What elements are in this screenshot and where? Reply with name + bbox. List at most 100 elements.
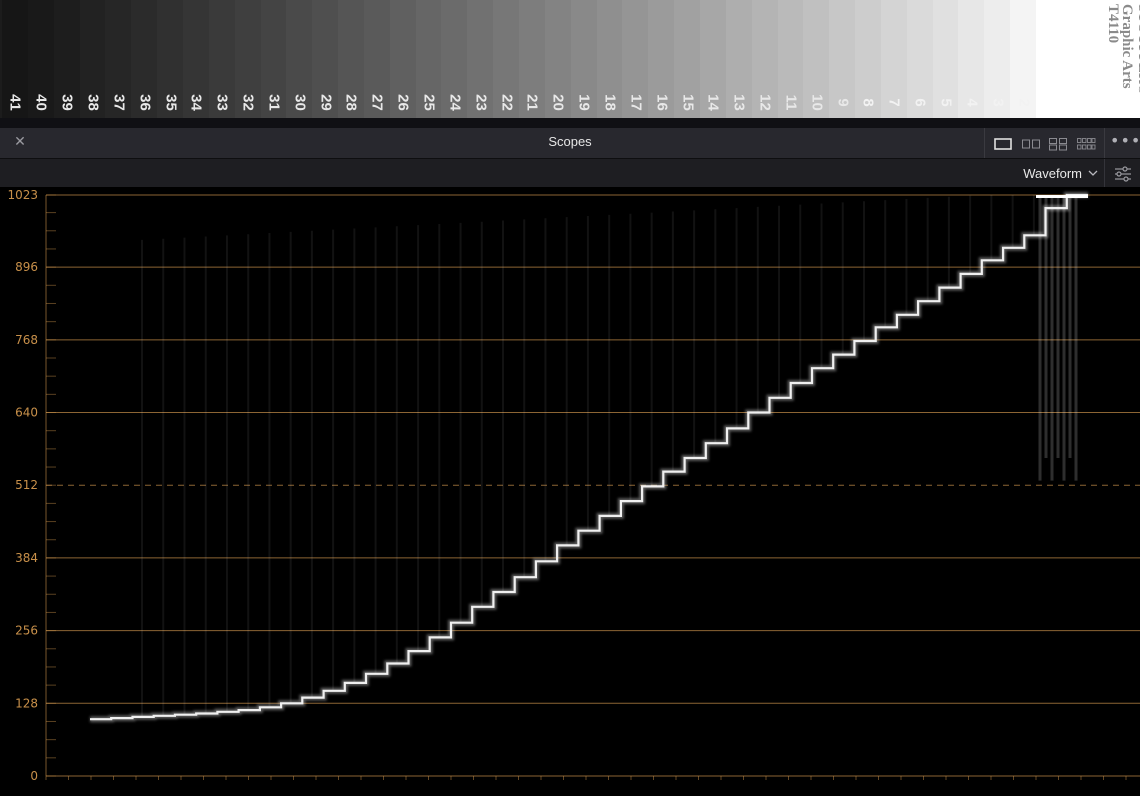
wedge-step-number: 2 (1015, 98, 1033, 107)
wedge-step-number: 16 (653, 94, 671, 111)
wedge-patch: 5 (932, 0, 960, 118)
wedge-step-number: 20 (549, 94, 567, 111)
wedge-step-number: 25 (420, 94, 438, 111)
wedge-patch: 19 (570, 0, 598, 118)
wedge-patch: 37 (105, 0, 133, 118)
wedge-patch: 39 (53, 0, 81, 118)
wedge-patch: 24 (441, 0, 469, 118)
wedge-step-number: 11 (782, 94, 800, 111)
wedge-patch: 11 (777, 0, 805, 118)
wedge-step-number: 35 (162, 94, 180, 111)
wedge-step-number: 7 (885, 98, 903, 107)
wedge-patch: 40 (27, 0, 55, 118)
settings-sliders-icon[interactable] (1104, 159, 1140, 188)
stouffer-label-line: STOUFFER® (1135, 4, 1140, 95)
scale-label: 0 (30, 769, 38, 783)
wedge-step-number: 41 (6, 94, 24, 111)
wedge-step-number: 13 (730, 94, 748, 111)
scale-label: 128 (15, 696, 38, 710)
wedge-patch: 9 (829, 0, 857, 118)
wedge-patch: 18 (596, 0, 624, 118)
wedge-patch: 7 (880, 0, 908, 118)
wedge-step-number: 37 (110, 94, 128, 111)
wedge-patch: 20 (544, 0, 572, 118)
wedge-patch: 17 (622, 0, 650, 118)
wedge-patch: 22 (493, 0, 520, 118)
stouffer-label-line: T4110 (1105, 4, 1121, 44)
waveform-trace-glow (90, 192, 1088, 723)
scope-type-label: Waveform (1023, 165, 1082, 181)
panel-title: Scopes (548, 134, 592, 149)
wedge-step-number: 14 (704, 94, 722, 111)
more-options-icon[interactable]: ••• (1110, 133, 1140, 151)
wedge-step-number: 26 (394, 94, 412, 111)
wedge-step-number: 38 (84, 94, 102, 111)
step-wedge-image: 41 40 39 38 37 36 35 34 33 32 31 30 29 28 27 26 25 24 23 22… (0, 0, 1140, 118)
scale-label: 896 (15, 260, 38, 274)
wedge-step-number: 28 (342, 94, 360, 111)
wedge-step-number: 9 (834, 98, 852, 107)
wedge-patch: 28 (338, 0, 365, 118)
wedge-step-number: 36 (136, 94, 154, 111)
wedge-patch: 12 (751, 0, 779, 118)
scope-type-dropdown[interactable]: Waveform (1023, 163, 1098, 183)
waveform-display: 1023 896 768 640 512 384 256 128 0 (7, 188, 1140, 783)
wedge-step-number: 4 (963, 98, 981, 107)
wedge-patch: 23 (467, 0, 495, 118)
wedge-patch: 29 (312, 0, 340, 118)
scopes-title-bar: ✕ Scopes ••• (0, 118, 1140, 158)
wedge-patch: 27 (363, 0, 391, 118)
quad-view-icon[interactable] (1048, 136, 1068, 151)
wedge-step-number: 6 (911, 98, 929, 107)
wedge-step-number: 17 (627, 94, 645, 111)
wedge-patch: 14 (699, 0, 727, 118)
wedge-patch: 26 (389, 0, 417, 118)
wedge-step-number: 18 (601, 94, 619, 111)
wedge-patch: 4 (958, 0, 986, 118)
wedge-patch: 36 (131, 0, 159, 118)
wedge-patch: 8 (855, 0, 882, 118)
wedge-patch: 16 (648, 0, 676, 118)
layout-switcher (984, 128, 1105, 158)
wedge-patch: 13 (725, 0, 753, 118)
scope-toolbar: Waveform (0, 158, 1140, 188)
wedge-step-number: 40 (32, 94, 50, 111)
wedge-step-number: 29 (317, 94, 335, 111)
wedge-step-number: 10 (808, 94, 826, 111)
wedge-patch: 32 (234, 0, 262, 118)
wedge-step-number: 24 (446, 94, 464, 111)
stouffer-label-line: Graphic Arts (1119, 4, 1135, 89)
wedge-step-number: 39 (58, 94, 76, 111)
waveform-scope: 1023 896 768 640 512 384 256 128 0 (0, 187, 1140, 796)
wedge-patch: 15 (674, 0, 701, 118)
stouffer-label: STOUFFER® Graphic Arts T4110 (1036, 0, 1140, 118)
waveform-clip-bar (1036, 195, 1088, 198)
wedge-step-number: 34 (187, 94, 205, 111)
chevron-down-icon (1088, 170, 1098, 176)
wedge-step-number: 19 (575, 94, 593, 111)
wedge-patch: 38 (79, 0, 107, 118)
wedge-step-number: 3 (989, 98, 1007, 107)
wedge-patch: 2 (1010, 0, 1037, 118)
wedge-step-number: 5 (937, 98, 955, 107)
wedge-step-number: 21 (523, 94, 541, 111)
dual-view-icon[interactable] (1021, 136, 1041, 150)
wedge-step-number: 32 (239, 94, 257, 111)
grid-view-icon[interactable] (1076, 136, 1096, 150)
scale-label: 384 (15, 551, 38, 565)
single-view-icon[interactable] (993, 136, 1013, 150)
wedge-step-number: 15 (679, 94, 697, 111)
wedge-patch: 31 (260, 0, 288, 118)
wedge-step-number: 8 (859, 98, 877, 107)
wedge-step-number: 33 (213, 94, 231, 111)
wedge-patch: 33 (208, 0, 236, 118)
wedge-patch: 30 (286, 0, 314, 118)
wedge-patch: 21 (519, 0, 546, 118)
scale-label: 1023 (7, 188, 38, 202)
wedge-step-number: 22 (498, 94, 516, 111)
wedge-patch: 34 (182, 0, 210, 118)
scale-label: 640 (15, 406, 38, 420)
wedge-step-number: 23 (472, 94, 490, 111)
wedge-step-number: 31 (265, 94, 283, 111)
wedge-patch: 6 (906, 0, 934, 118)
